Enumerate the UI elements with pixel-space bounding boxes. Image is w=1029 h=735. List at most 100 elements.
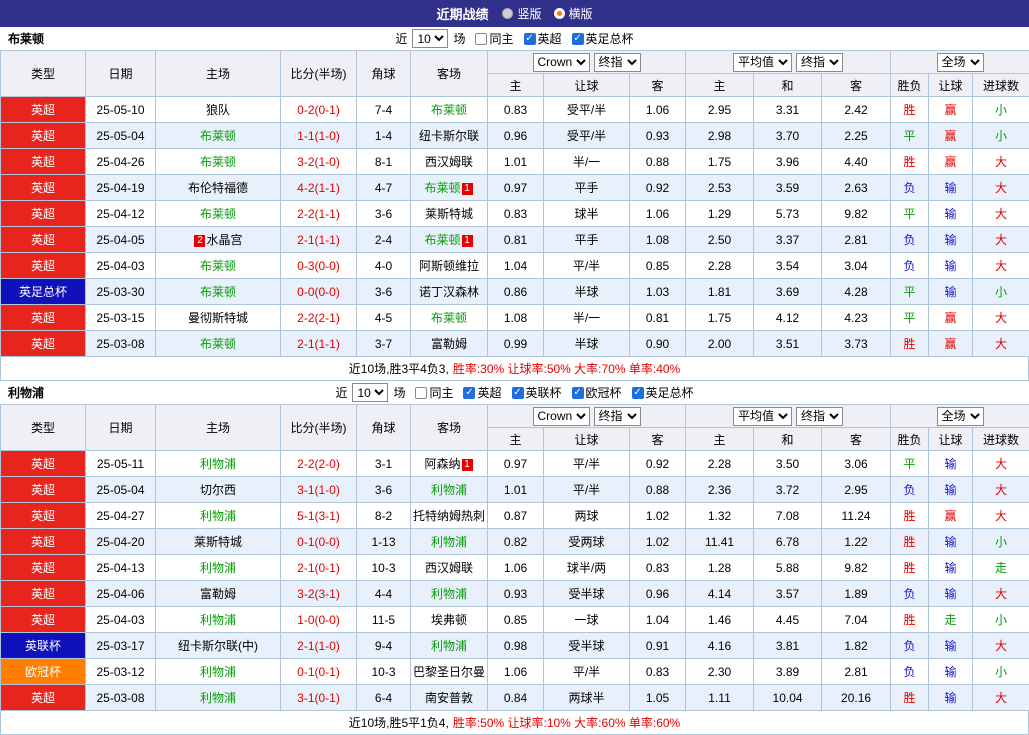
avg-home-cell: 1.75	[686, 305, 754, 331]
filter-checkbox-英超[interactable]: ✓英超	[524, 30, 562, 47]
filter-checkbox-欧冠杯[interactable]: ✓欧冠杯	[572, 384, 622, 401]
away-team-name: 诺丁汉森林	[419, 285, 479, 299]
away-team-cell[interactable]: 布莱顿1	[411, 227, 488, 253]
away-team-cell[interactable]: 富勒姆	[411, 331, 488, 357]
fullmatch-select[interactable]: 全场	[937, 407, 984, 426]
score-cell[interactable]: 2-2(2-1)	[281, 305, 357, 331]
away-team-cell[interactable]: 纽卡斯尔联	[411, 123, 488, 149]
home-team-cell[interactable]: 布莱顿	[156, 201, 281, 227]
filter-checkbox-英足总杯[interactable]: ✓英足总杯	[572, 30, 634, 47]
away-team-cell[interactable]: 巴黎圣日尔曼	[411, 659, 488, 685]
home-team-cell[interactable]: 布伦特福德	[156, 175, 281, 201]
score-cell[interactable]: 2-1(1-0)	[281, 633, 357, 659]
result-goals-cell: 大	[973, 451, 1029, 477]
score-cell[interactable]: 3-1(1-0)	[281, 477, 357, 503]
result-wdl-cell: 平	[891, 123, 929, 149]
away-team-cell[interactable]: 莱斯特城	[411, 201, 488, 227]
score-cell[interactable]: 2-2(2-0)	[281, 451, 357, 477]
home-team-cell[interactable]: 富勒姆	[156, 581, 281, 607]
odds-handicap-cell: 平/半	[544, 451, 630, 477]
home-team-cell[interactable]: 纽卡斯尔联(中)	[156, 633, 281, 659]
score-cell[interactable]: 0-1(0-1)	[281, 659, 357, 685]
filter-checkbox-同主[interactable]: 同主	[475, 30, 513, 47]
result-wdl-cell: 负	[891, 175, 929, 201]
away-team-cell[interactable]: 布莱顿	[411, 305, 488, 331]
average-select[interactable]: 平均值	[733, 407, 792, 426]
checkbox-icon: ✓	[572, 387, 584, 399]
away-team-cell[interactable]: 托特纳姆热刺	[411, 503, 488, 529]
home-team-cell[interactable]: 利物浦	[156, 685, 281, 711]
score-cell[interactable]: 3-2(3-1)	[281, 581, 357, 607]
score-cell[interactable]: 3-2(1-0)	[281, 149, 357, 175]
score-cell[interactable]: 0-3(0-0)	[281, 253, 357, 279]
recent-count-select[interactable]: 10	[352, 383, 388, 402]
score-cell[interactable]: 2-2(1-1)	[281, 201, 357, 227]
away-team-name: 布莱顿	[424, 181, 460, 195]
home-team-cell[interactable]: 利物浦	[156, 607, 281, 633]
away-team-cell[interactable]: 阿斯顿维拉	[411, 253, 488, 279]
recent-count-select[interactable]: 10	[412, 29, 448, 48]
filter-checkbox-英超[interactable]: ✓英超	[463, 384, 501, 401]
away-team-cell[interactable]: 诺丁汉森林	[411, 279, 488, 305]
score-cell[interactable]: 3-1(0-1)	[281, 685, 357, 711]
odds-stage-select[interactable]: 终指	[594, 407, 641, 426]
home-team-cell[interactable]: 利物浦	[156, 555, 281, 581]
filter-checkbox-同主[interactable]: 同主	[415, 384, 453, 401]
home-team-cell[interactable]: 切尔西	[156, 477, 281, 503]
score-cell[interactable]: 0-0(0-0)	[281, 279, 357, 305]
away-team-cell[interactable]: 西汉姆联	[411, 149, 488, 175]
score-cell[interactable]: 5-1(3-1)	[281, 503, 357, 529]
score-cell[interactable]: 1-1(1-0)	[281, 123, 357, 149]
away-team-cell[interactable]: 利物浦	[411, 529, 488, 555]
home-team-cell[interactable]: 利物浦	[156, 451, 281, 477]
date-cell: 25-05-04	[86, 477, 156, 503]
home-team-cell[interactable]: 利物浦	[156, 659, 281, 685]
away-team-cell[interactable]: 阿森纳1	[411, 451, 488, 477]
average-select[interactable]: 平均值	[733, 53, 792, 72]
home-team-cell[interactable]: 布莱顿	[156, 123, 281, 149]
score-cell[interactable]: 2-1(0-1)	[281, 555, 357, 581]
score-cell[interactable]: 4-2(1-1)	[281, 175, 357, 201]
score-cell[interactable]: 2-1(1-1)	[281, 227, 357, 253]
table-head: 类型日期主场比分(半场)角球客场Crown终指平均值终指全场主让球客主和客胜负让…	[1, 51, 1029, 97]
home-team-cell[interactable]: 曼彻斯特城	[156, 305, 281, 331]
away-team-cell[interactable]: 利物浦	[411, 477, 488, 503]
match-row: 欧冠杯25-03-12利物浦0-1(0-1)10-3巴黎圣日尔曼1.06平/半0…	[1, 659, 1029, 685]
league-cell: 英超	[1, 451, 86, 477]
result-wdl-cell: 负	[891, 581, 929, 607]
away-team-cell[interactable]: 布莱顿	[411, 97, 488, 123]
score-cell[interactable]: 2-1(1-1)	[281, 331, 357, 357]
sub-col-header: 主	[488, 74, 544, 97]
score-cell[interactable]: 1-0(0-0)	[281, 607, 357, 633]
home-team-cell[interactable]: 利物浦	[156, 503, 281, 529]
bookmaker-select[interactable]: Crown	[533, 407, 590, 426]
corner-cell: 1-4	[357, 123, 411, 149]
layout-radio-horizontal[interactable]: 横版	[554, 5, 593, 22]
date-cell: 25-04-03	[86, 253, 156, 279]
odds-stage-select[interactable]: 终指	[594, 53, 641, 72]
bookmaker-select[interactable]: Crown	[533, 53, 590, 72]
away-team-cell[interactable]: 布莱顿1	[411, 175, 488, 201]
home-team-cell[interactable]: 布莱顿	[156, 279, 281, 305]
avg-stage-select[interactable]: 终指	[796, 53, 843, 72]
layout-radio-vertical[interactable]: 竖版	[502, 5, 541, 22]
filter-bar: 布莱顿近10场同主✓英超✓英足总杯	[0, 27, 1029, 50]
away-team-cell[interactable]: 利物浦	[411, 581, 488, 607]
filter-checkbox-英联杯[interactable]: ✓英联杯	[512, 384, 562, 401]
score-cell[interactable]: 0-1(0-0)	[281, 529, 357, 555]
home-team-cell[interactable]: 布莱顿	[156, 253, 281, 279]
home-team-cell[interactable]: 狼队	[156, 97, 281, 123]
filter-checkbox-英足总杯[interactable]: ✓英足总杯	[632, 384, 694, 401]
fullmatch-select[interactable]: 全场	[937, 53, 984, 72]
sub-col-header: 主	[686, 428, 754, 451]
home-team-cell[interactable]: 2水晶宫	[156, 227, 281, 253]
away-team-cell[interactable]: 利物浦	[411, 633, 488, 659]
home-team-cell[interactable]: 布莱顿	[156, 149, 281, 175]
avg-stage-select[interactable]: 终指	[796, 407, 843, 426]
away-team-cell[interactable]: 西汉姆联	[411, 555, 488, 581]
away-team-cell[interactable]: 南安普敦	[411, 685, 488, 711]
home-team-cell[interactable]: 布莱顿	[156, 331, 281, 357]
home-team-cell[interactable]: 莱斯特城	[156, 529, 281, 555]
away-team-cell[interactable]: 埃弗顿	[411, 607, 488, 633]
score-cell[interactable]: 0-2(0-1)	[281, 97, 357, 123]
